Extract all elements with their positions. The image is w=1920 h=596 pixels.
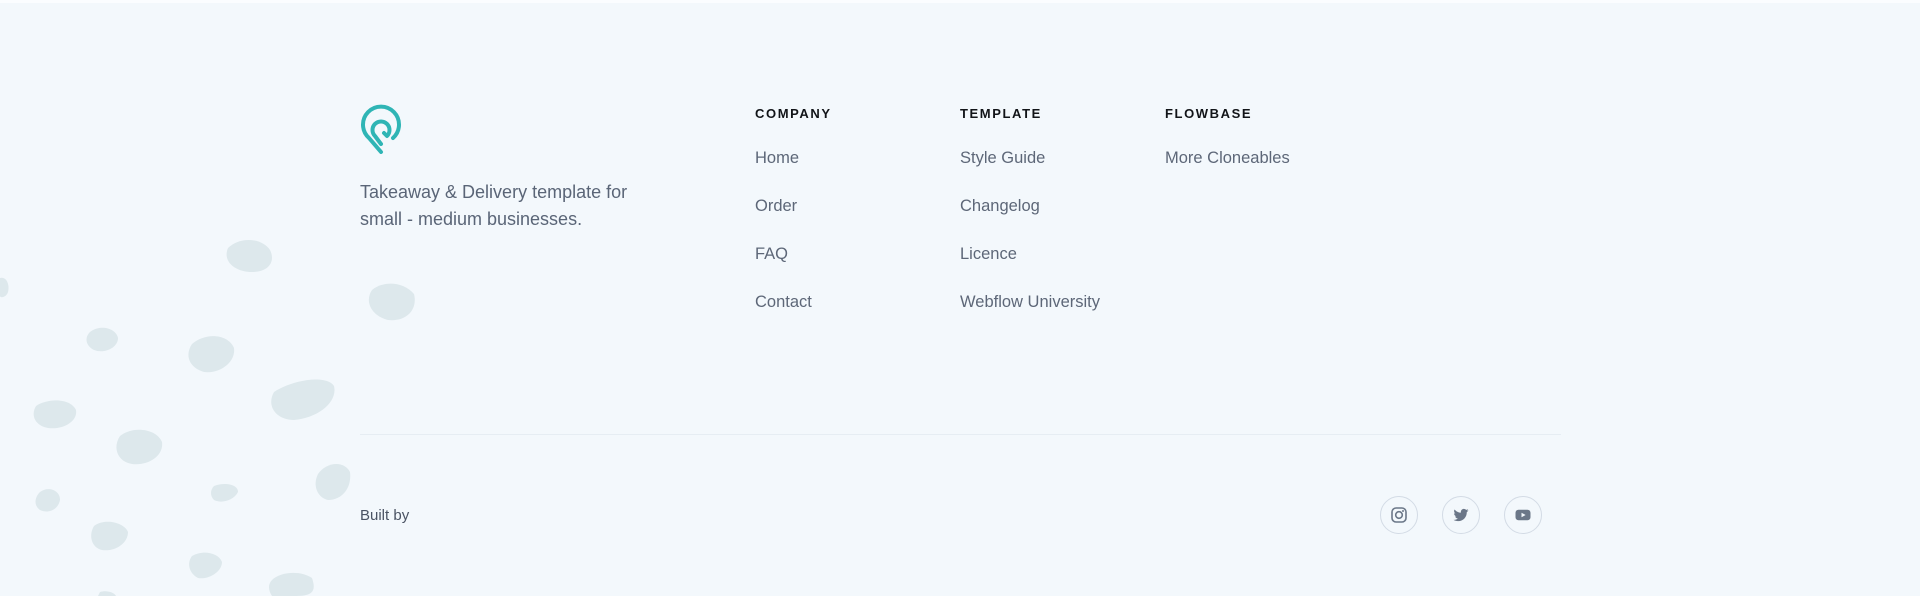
- footer-link-more-cloneables[interactable]: More Cloneables: [1165, 148, 1290, 168]
- footer-link-order[interactable]: Order: [755, 196, 832, 216]
- instagram-icon: [1391, 507, 1407, 523]
- column-heading-template: TEMPLATE: [960, 106, 1042, 121]
- footer-link-home[interactable]: Home: [755, 148, 832, 168]
- twitter-button[interactable]: [1442, 496, 1480, 534]
- footer-column-template: TEMPLATE Style Guide Changelog Licence W…: [960, 106, 1100, 340]
- footer-divider: [360, 434, 1561, 435]
- built-by-text: Built by: [360, 507, 410, 524]
- brand-tagline: Takeaway & Delivery template for small -…: [360, 182, 628, 229]
- youtube-icon: [1515, 509, 1531, 521]
- twitter-icon: [1453, 508, 1469, 522]
- footer-link-faq[interactable]: FAQ: [755, 244, 832, 264]
- footer-column-flowbase: FLOWBASE More Cloneables: [1165, 106, 1290, 196]
- social-links: [1380, 496, 1542, 534]
- footer-link-contact[interactable]: Contact: [755, 292, 832, 312]
- footer-link-webflow-university[interactable]: Webflow University: [960, 292, 1100, 312]
- footer-link-style-guide[interactable]: Style Guide: [960, 148, 1100, 168]
- footer-column-company: COMPANY Home Order FAQ Contact: [755, 106, 832, 340]
- instagram-button[interactable]: [1380, 496, 1418, 534]
- youtube-button[interactable]: [1504, 496, 1542, 534]
- column-heading-flowbase: FLOWBASE: [1165, 106, 1253, 121]
- column-heading-company: COMPANY: [755, 106, 832, 121]
- footer-link-licence[interactable]: Licence: [960, 244, 1100, 264]
- footer-link-changelog[interactable]: Changelog: [960, 196, 1100, 216]
- footer: Takeaway & Delivery template for small -…: [360, 0, 1561, 596]
- map-pin-logo-icon[interactable]: [360, 102, 402, 154]
